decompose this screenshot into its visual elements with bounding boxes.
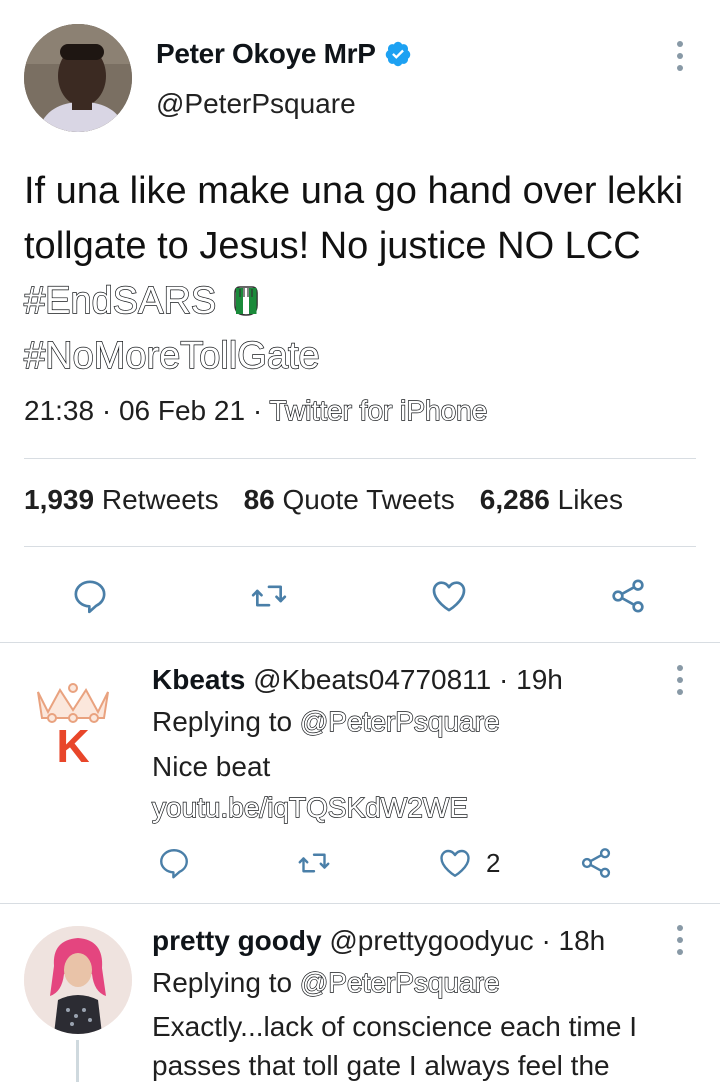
more-vertical-icon[interactable] — [668, 660, 692, 700]
kbeats-logo: K — [37, 683, 109, 772]
thread-line — [76, 1040, 79, 1082]
display-name[interactable]: pretty goody — [152, 925, 322, 956]
display-name[interactable]: Peter Okoye MrP — [156, 38, 412, 70]
tweet-text-body: If una like make una go hand over lekki … — [24, 170, 684, 267]
share-icon — [612, 579, 644, 613]
avatar[interactable] — [24, 926, 132, 1034]
replying-to: Replying to @PeterPsquare — [152, 705, 500, 738]
like-button[interactable] — [428, 576, 470, 616]
avatar[interactable] — [24, 24, 132, 132]
heart-icon — [432, 581, 466, 612]
avatar-letter: K — [56, 720, 89, 768]
heart-icon — [440, 849, 470, 877]
tweet-stats: 1,939 Retweets 86 Quote Tweets 6,286 Lik… — [24, 484, 623, 516]
retweets-stat[interactable]: 1,939 Retweets — [24, 484, 219, 516]
likes-stat[interactable]: 6,286 Likes — [480, 484, 623, 516]
verified-badge-icon — [385, 41, 410, 67]
timestamp: · 18h — [541, 925, 606, 956]
source-link[interactable]: Twitter for iPhone — [269, 394, 488, 426]
mention-link[interactable]: @PeterPsquare — [299, 966, 500, 998]
share-button[interactable] — [608, 576, 648, 616]
display-name-text[interactable]: Peter Okoye MrP — [156, 38, 376, 70]
divider — [0, 642, 720, 643]
hashtag-link[interactable]: #NoMoreTollGate — [23, 334, 320, 377]
more-vertical-icon[interactable] — [668, 920, 692, 960]
retweet-button[interactable] — [248, 576, 290, 616]
divider — [24, 458, 696, 459]
display-name[interactable]: Kbeats — [152, 664, 245, 695]
user-handle[interactable]: @Kbeats04770811 — [253, 664, 491, 695]
reply-icon — [160, 849, 188, 879]
share-button[interactable] — [578, 845, 614, 881]
quotes-count: 86 — [243, 484, 275, 515]
reply-icon — [74, 580, 106, 614]
tweet-meta: 21:38 · 06 Feb 21 · Twitter for iPhone — [24, 394, 488, 427]
likes-label: Likes — [557, 484, 624, 515]
timestamp: 21:38 · 06 Feb 21 · — [24, 395, 270, 426]
like-button[interactable]: 2 — [436, 845, 500, 881]
likes-count: 6,286 — [479, 484, 550, 515]
user-handle[interactable]: @prettygoodyuc — [329, 925, 533, 956]
divider — [0, 903, 720, 904]
share-icon — [581, 848, 611, 878]
tweet-text: If una like make una go hand over lekki … — [23, 164, 704, 384]
reply-text-line: passes that toll gate I always feel the — [152, 1050, 610, 1081]
reply-text-line: Exactly...lack of conscience each time I — [152, 1011, 638, 1042]
retweet-icon — [298, 853, 330, 873]
retweet-icon — [251, 585, 287, 607]
url-link[interactable]: youtu.be/iqTQSKdW2WE — [151, 791, 468, 823]
raised-fist-flag-icon — [233, 286, 258, 316]
reply-button[interactable] — [70, 576, 110, 616]
hashtag-link[interactable]: #EndSARS — [23, 279, 217, 322]
replying-to: Replying to @PeterPsquare — [152, 966, 500, 999]
divider — [24, 546, 696, 547]
retweets-count: 1,939 — [24, 484, 95, 515]
reply-button[interactable] — [156, 845, 192, 881]
mention-link[interactable]: @PeterPsquare — [299, 705, 500, 737]
avatar[interactable]: K — [30, 678, 116, 772]
replying-label: Replying to — [152, 967, 300, 998]
like-count: 2 — [486, 847, 501, 878]
retweets-label: Retweets — [101, 484, 219, 515]
reply-text: Nice beat — [152, 751, 271, 782]
avatar-photo — [24, 24, 132, 132]
avatar-photo — [24, 926, 132, 1034]
user-handle[interactable]: @PeterPsquare — [156, 88, 356, 120]
quotes-stat[interactable]: 86 Quote Tweets — [244, 484, 455, 516]
timestamp: · 19h — [499, 664, 563, 695]
retweet-button[interactable] — [295, 845, 333, 881]
reply-link: youtu.be/iqTQSKdW2WE — [151, 791, 468, 824]
quotes-label: Quote Tweets — [282, 484, 455, 515]
reply-header: pretty goody @prettygoodyuc · 18h — [152, 925, 605, 957]
more-vertical-icon[interactable] — [668, 36, 692, 76]
reply-header: Kbeats @Kbeats04770811 · 19h — [152, 664, 563, 696]
replying-label: Replying to — [152, 706, 300, 737]
